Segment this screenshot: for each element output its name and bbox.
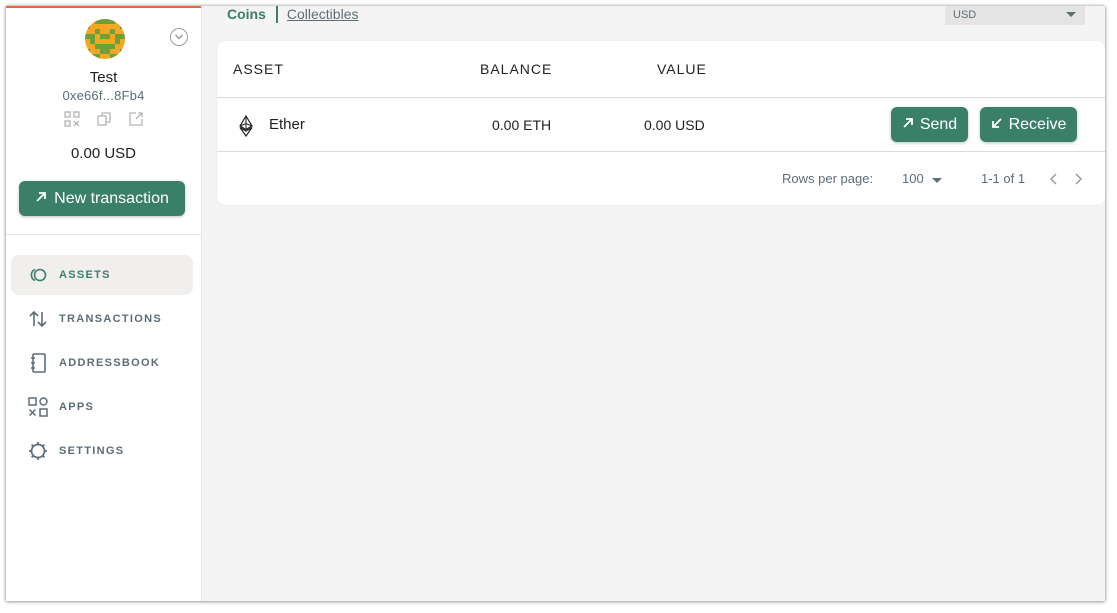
caret-down-icon [1066, 12, 1076, 17]
main-content: Coins Collectibles USD ASSET BALANCE VAL… [202, 6, 1105, 601]
sidebar-item-label: ADDRESSBOOK [59, 357, 161, 369]
safe-avatar [85, 19, 125, 59]
copy-icon[interactable] [96, 111, 112, 127]
new-transaction-button[interactable]: New transaction [19, 181, 185, 216]
asset-name: Ether [269, 116, 305, 133]
sidebar-item-apps[interactable]: APPS [11, 387, 193, 427]
arrow-up-right-icon [902, 116, 914, 134]
caret-down-icon [932, 178, 942, 183]
qr-code-icon[interactable] [64, 111, 80, 127]
sidebar-item-label: ASSETS [59, 269, 111, 281]
table-header-divider [217, 97, 1105, 98]
sidebar-item-label: APPS [59, 401, 95, 413]
currency-select[interactable]: USD [945, 6, 1085, 25]
transactions-icon [28, 309, 48, 329]
safe-address: 0xe66f...8Fb4 [62, 88, 145, 103]
sidebar-nav: ASSETS TRANSACTIONS ADDRESSBOOK APPS SET… [11, 255, 193, 475]
tab-separator [275, 6, 278, 23]
rows-per-page-select[interactable]: 100 [902, 171, 924, 186]
chevron-down-icon [174, 28, 184, 46]
previous-page-icon[interactable] [1047, 172, 1061, 186]
safe-address-actions [64, 111, 144, 127]
sidebar-item-transactions[interactable]: TRANSACTIONS [11, 299, 193, 339]
currency-selected-value: USD [953, 8, 977, 21]
app-window: Test 0xe66f...8Fb4 0.00 USD New transact… [6, 6, 1105, 601]
sidebar-item-settings[interactable]: SETTINGS [11, 431, 193, 471]
sidebar-item-addressbook[interactable]: ADDRESSBOOK [11, 343, 193, 383]
sidebar-item-label: SETTINGS [59, 445, 125, 457]
sidebar-item-label: TRANSACTIONS [59, 313, 162, 325]
send-label: Send [919, 115, 958, 133]
assets-table-card: ASSET BALANCE VALUE Ether 0.00 ETH 0.00 … [217, 41, 1105, 205]
receive-label: Receive [1008, 115, 1067, 133]
apps-icon [28, 397, 48, 417]
settings-icon [28, 441, 48, 461]
tab-collectibles[interactable]: Collectibles [287, 6, 359, 22]
sidebar: Test 0xe66f...8Fb4 0.00 USD New transact… [6, 6, 202, 601]
column-header-asset[interactable]: ASSET [233, 61, 284, 77]
ethereum-icon [238, 114, 254, 138]
sidebar-accent-line [6, 6, 201, 8]
assets-icon [28, 265, 48, 285]
table-row-divider [217, 151, 1105, 152]
safe-balance: 0.00 USD [70, 145, 137, 162]
pagination-range: 1-1 of 1 [981, 171, 1026, 186]
receive-button[interactable]: Receive [980, 107, 1077, 142]
sidebar-divider [6, 234, 201, 235]
next-page-icon[interactable] [1071, 172, 1085, 186]
sidebar-item-assets[interactable]: ASSETS [11, 255, 193, 295]
safe-list-toggle-button[interactable] [170, 28, 188, 46]
safe-name: Test [89, 69, 118, 86]
asset-tabs: Coins Collectibles [227, 6, 358, 24]
asset-value: 0.00 USD [644, 117, 705, 133]
column-header-balance[interactable]: BALANCE [480, 61, 552, 77]
new-transaction-label: New transaction [54, 189, 169, 207]
rows-per-page-label: Rows per page: [782, 171, 874, 186]
arrow-up-right-icon [35, 190, 47, 208]
tab-coins[interactable]: Coins [227, 6, 266, 22]
column-header-value[interactable]: VALUE [657, 61, 707, 77]
external-link-icon[interactable] [128, 111, 144, 127]
asset-balance: 0.00 ETH [492, 117, 552, 133]
addressbook-icon [28, 353, 48, 373]
send-button[interactable]: Send [891, 107, 968, 142]
arrow-down-left-icon [991, 116, 1003, 134]
